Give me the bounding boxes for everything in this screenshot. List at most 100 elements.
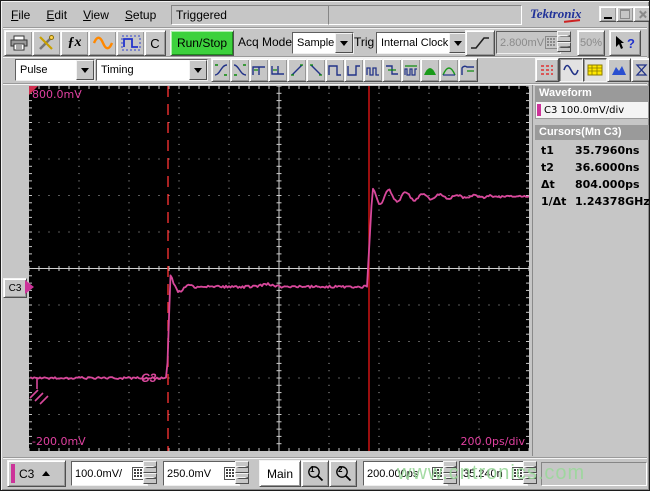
measure-neg-pulse-button[interactable] <box>344 58 364 82</box>
vertical-position-field[interactable]: 250.0mV <box>163 461 240 486</box>
mountain-icon <box>612 66 626 75</box>
maximize-icon <box>620 9 630 19</box>
channel-arrow-icon <box>25 280 34 294</box>
maximize-button[interactable] <box>616 6 634 22</box>
vertical-position-spinner[interactable] <box>235 461 249 484</box>
function-icon: ƒx <box>67 35 82 50</box>
neg-width-icon <box>271 66 284 75</box>
acq-mode-select[interactable]: Sample <box>292 32 354 54</box>
set-50pct-button[interactable]: 50% <box>577 30 605 56</box>
horizontal-mode-button[interactable]: Main <box>259 460 301 487</box>
measure-pattern-button[interactable] <box>401 58 421 82</box>
chevron-down-icon[interactable] <box>335 33 353 53</box>
run-stop-button[interactable]: Run/Stop <box>170 30 234 56</box>
menu-view[interactable]: View <box>75 4 117 26</box>
horizontal-scale-field[interactable]: 200.000ps <box>363 461 448 486</box>
help-icon: ? <box>627 35 635 51</box>
print-button[interactable] <box>4 30 33 56</box>
vertical-scale-spinner[interactable] <box>143 461 157 484</box>
bottom-voltage-label: -200.0mV <box>32 435 86 448</box>
minimize-icon <box>604 16 612 19</box>
measure-neg-overshoot-button[interactable] <box>439 58 459 82</box>
minimize-button[interactable] <box>599 6 617 22</box>
trigger-level-spinner[interactable] <box>557 31 571 52</box>
divider <box>3 457 647 459</box>
signal-type-select[interactable]: Pulse <box>15 59 95 81</box>
spin-down-icon <box>235 472 249 484</box>
zoom1-button[interactable]: 1 <box>301 460 329 487</box>
zoom2-button[interactable]: 2 <box>329 460 357 487</box>
measure-pos-width-button[interactable] <box>249 58 269 82</box>
trigger-source-select[interactable]: Internal Clock <box>376 32 468 54</box>
spin-up-icon <box>443 461 457 473</box>
measure-category-select[interactable]: Timing <box>96 59 208 81</box>
pos-width-icon <box>252 66 265 75</box>
print-icon <box>10 35 27 51</box>
spin-up-icon <box>523 461 537 473</box>
channel-marker[interactable]: C3 <box>3 278 34 298</box>
waveform-header: Waveform <box>535 86 649 101</box>
spin-down-icon <box>557 41 571 52</box>
waveform-icon <box>92 36 113 50</box>
waveform-view-button[interactable] <box>559 58 583 82</box>
close-icon <box>638 10 647 19</box>
menu-file[interactable]: File <box>3 4 38 26</box>
cursors-icon <box>541 65 553 75</box>
histogram-icon <box>587 64 603 76</box>
horizontal-position-spinner[interactable] <box>523 461 537 484</box>
fall-time-icon <box>233 64 247 76</box>
measure-pos-pulse-button[interactable] <box>325 58 345 82</box>
mass-view-button[interactable] <box>607 58 631 82</box>
c-button[interactable]: C <box>144 30 166 56</box>
trace-handle-label[interactable]: C3 <box>141 371 156 385</box>
pattern-icon <box>404 65 417 76</box>
divider <box>3 27 647 29</box>
trigger-status-panel: Triggered <box>171 5 329 25</box>
horizontal-scale-spinner[interactable] <box>443 461 457 484</box>
status-panel-empty <box>328 5 522 25</box>
status-strip <box>541 462 647 486</box>
menu-setup[interactable]: Setup <box>117 4 164 26</box>
delay-icon <box>386 65 398 75</box>
horizontal-position-field[interactable]: 35.240n <box>459 461 528 486</box>
measure-neg-width-button[interactable] <box>268 58 288 82</box>
measure-pos-overshoot-button[interactable] <box>420 58 440 82</box>
menu-edit[interactable]: Edit <box>38 4 75 26</box>
timebase-label: 200.0ps/div <box>460 435 525 448</box>
vertical-scale-field[interactable]: 100.0mV/ <box>71 461 148 486</box>
channel-color-stripe <box>11 464 15 483</box>
tektronix-logo: Tektronix <box>530 6 582 23</box>
channel-scale-row[interactable]: C3 100.0mV/div <box>535 101 649 119</box>
measure-rise-slew-button[interactable] <box>287 58 307 82</box>
spin-up-icon <box>557 31 571 42</box>
measure-fall-slew-button[interactable] <box>306 58 326 82</box>
context-help-button[interactable]: ? <box>609 30 641 56</box>
channel-select-button[interactable]: C3 <box>7 460 66 487</box>
measure-delay-button[interactable] <box>382 58 402 82</box>
trigger-level-field[interactable]: 2.800mV <box>496 31 561 54</box>
rise-slew-icon <box>291 64 303 76</box>
cursors-toggle-button[interactable] <box>535 58 559 82</box>
measure-burst-button[interactable] <box>363 58 383 82</box>
cursors-header: Cursors(Mn C3) <box>535 125 649 140</box>
graticule-area[interactable]: 800.0mV -200.0mV 200.0ps/div C3 <box>29 86 529 451</box>
readout-row: Δt 804.000ps <box>541 178 640 191</box>
cursor-readouts: t1 35.7960ns t2 36.6000ns Δt 804.000ps 1… <box>535 142 649 210</box>
chevron-down-icon[interactable] <box>76 60 94 80</box>
tools-button[interactable] <box>32 30 61 56</box>
pulse-button[interactable] <box>116 30 145 56</box>
hourglass-view-button[interactable] <box>631 58 649 82</box>
measure-settle-button[interactable] <box>458 58 478 82</box>
measure-rise-time-button[interactable] <box>211 58 231 82</box>
readout-row: t2 36.6000ns <box>541 161 640 174</box>
chevron-down-icon[interactable] <box>189 60 207 80</box>
histogram-view-button[interactable] <box>583 58 607 82</box>
trigger-slope-button[interactable] <box>465 30 495 56</box>
measure-fall-time-button[interactable] <box>230 58 250 82</box>
top-voltage-label: 800.0mV <box>32 88 82 101</box>
waveform-button[interactable] <box>88 30 117 56</box>
pointer-icon <box>616 36 625 49</box>
sine-icon <box>563 64 579 76</box>
function-button[interactable]: ƒx <box>60 30 89 56</box>
close-button[interactable] <box>633 6 649 22</box>
